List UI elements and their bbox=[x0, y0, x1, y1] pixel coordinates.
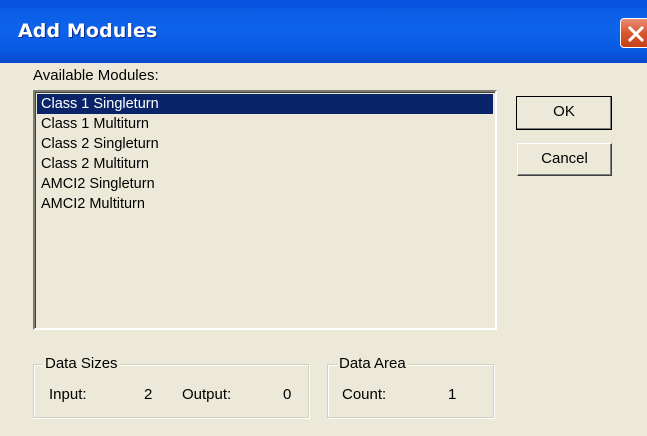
window-title: Add Modules bbox=[18, 20, 158, 42]
list-item[interactable]: Class 2 Multiturn bbox=[37, 154, 493, 174]
list-item[interactable]: Class 1 Multiturn bbox=[37, 114, 493, 134]
data-area-group: Data Area Count: 1 bbox=[327, 354, 494, 418]
data-area-title: Data Area bbox=[337, 354, 408, 374]
input-label: Input: bbox=[49, 386, 87, 403]
output-value: 0 bbox=[283, 386, 292, 403]
ok-button[interactable]: OK bbox=[516, 96, 612, 130]
close-button[interactable] bbox=[620, 18, 647, 48]
list-item[interactable]: AMCI2 Multiturn bbox=[37, 194, 493, 214]
data-sizes-title: Data Sizes bbox=[43, 354, 120, 374]
available-modules-label: Available Modules: bbox=[33, 67, 159, 84]
list-item[interactable]: AMCI2 Singleturn bbox=[37, 174, 493, 194]
cancel-button[interactable]: Cancel bbox=[517, 143, 612, 176]
list-item[interactable]: Class 1 Singleturn bbox=[37, 94, 493, 114]
count-value: 1 bbox=[448, 386, 457, 403]
output-label: Output: bbox=[182, 386, 232, 403]
count-label: Count: bbox=[342, 386, 387, 403]
data-sizes-group: Data Sizes Input: 2 Output: 0 bbox=[33, 354, 309, 418]
close-x-icon bbox=[627, 25, 645, 43]
list-item[interactable]: Class 2 Singleturn bbox=[37, 134, 493, 154]
add-modules-dialog: Add Modules Available Modules: Class 1 S… bbox=[0, 0, 647, 436]
title-bar[interactable]: Add Modules bbox=[0, 0, 647, 63]
available-modules-list[interactable]: Class 1 Singleturn Class 1 Multiturn Cla… bbox=[33, 90, 497, 330]
input-value: 2 bbox=[144, 386, 153, 403]
